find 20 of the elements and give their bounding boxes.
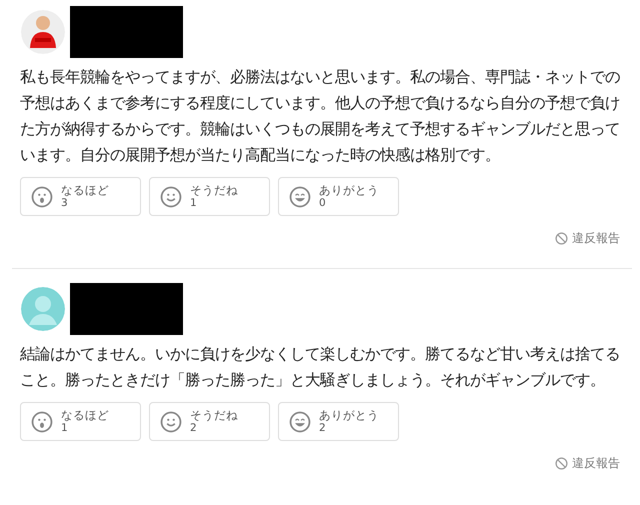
prohibited-icon (555, 232, 568, 244)
answer-text: 結論はかてません。いかに負けを少なくして楽しむかです。勝てるなど甘い考えは捨てること。勝ったときだけ「勝った勝った」と大騒ぎしましょう。それがギャンブルです。 (20, 344, 621, 391)
laughing-face-icon (289, 186, 311, 208)
avatar (21, 10, 65, 54)
reaction-button[interactable]: そうだね 2 (149, 402, 270, 441)
reaction-button[interactable]: なるほど 1 (20, 402, 141, 441)
reaction-button[interactable]: ありがとう 0 (278, 177, 399, 216)
smiley-face-icon (160, 410, 182, 432)
report-link[interactable]: 違反報告 (555, 228, 620, 248)
smiley-face-icon (160, 186, 182, 208)
laughing-face-icon (289, 410, 311, 432)
answer-text: 私も長年競輪をやってますが、必勝法はないと思います。私の場合、専門誌・ネットでの予想はあくまで参考にする程度にしています。他人の予想で負けるなら自分の予想で負けた方が納得するからです。競輪はいくつもの展開を考えて予想するギャンブルだと思っています。自分の展開予想が当たり高配当になった時の快感は格別です。 (20, 67, 621, 166)
reaction-button[interactable]: ありがとう 2 (278, 402, 399, 441)
surprised-face-icon (31, 186, 53, 208)
avatar (21, 287, 65, 331)
reaction-button[interactable]: そうだね 1 (149, 177, 270, 216)
reaction-button[interactable]: なるほど 3 (20, 177, 141, 216)
report-link[interactable]: 違反報告 (555, 453, 620, 473)
prohibited-icon (555, 456, 568, 470)
surprised-face-icon (31, 410, 53, 432)
